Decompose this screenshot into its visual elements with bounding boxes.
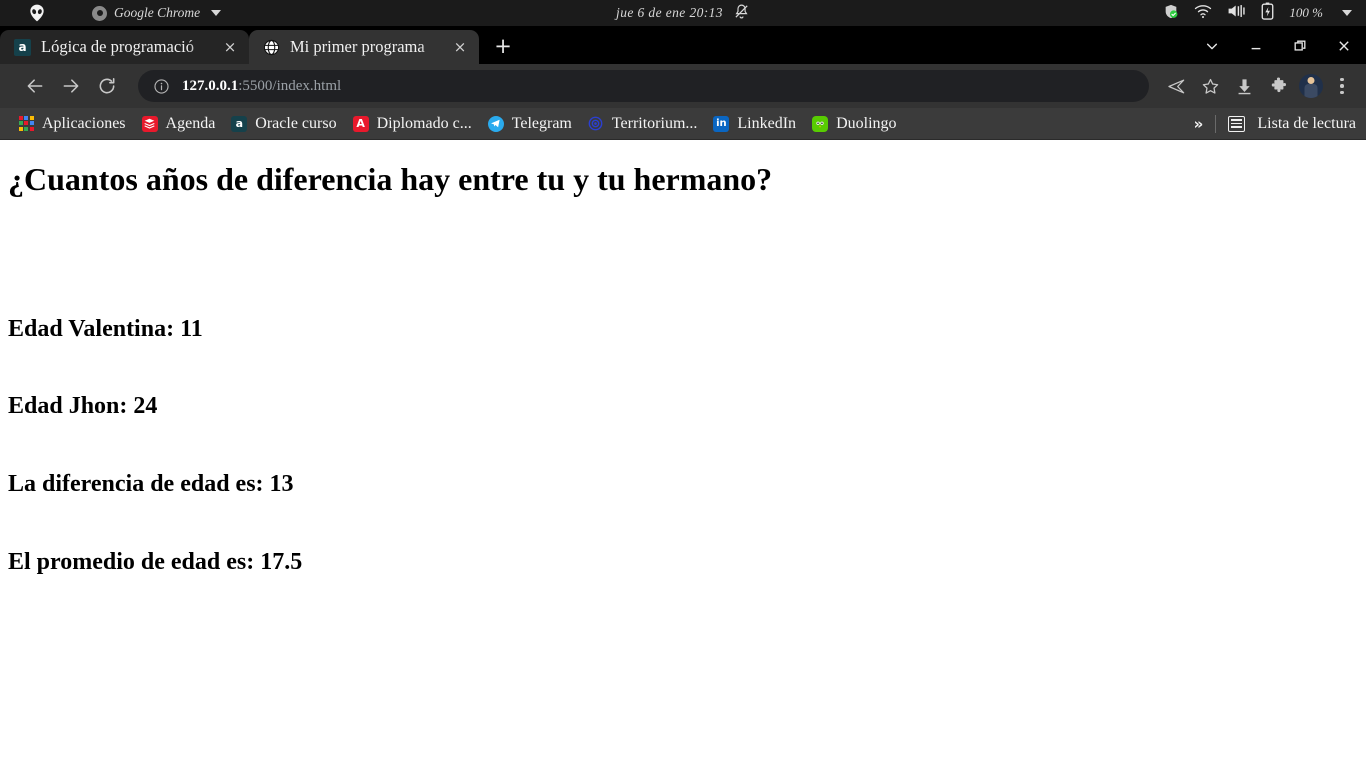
tab-close-icon[interactable]: × — [451, 38, 469, 56]
clock-text: jue 6 de ene 20:13 — [616, 5, 723, 20]
line-diferencia-edad: La diferencia de edad es: 13 — [8, 470, 294, 497]
share-send-icon[interactable] — [1160, 70, 1192, 102]
line-edad-jhon: Edad Jhon: 24 — [8, 393, 158, 420]
alura-a-icon: a — [14, 38, 31, 56]
battery-percent: 100 % — [1289, 5, 1323, 20]
bookmark-linkedin[interactable]: in LinkedIn — [705, 112, 804, 136]
browser-toolbar: 127.0.0.1:5500/index.html — [0, 64, 1366, 108]
three-dots-icon[interactable] — [1328, 70, 1356, 102]
download-icon[interactable] — [1228, 70, 1260, 102]
minimize-icon[interactable] — [1234, 30, 1278, 61]
apps-grid-icon — [18, 115, 34, 132]
url-host: 127.0.0.1 — [182, 77, 239, 94]
browser-tab-logica[interactable]: a Lógica de programació × — [0, 30, 249, 64]
divider — [1215, 114, 1217, 133]
bookmark-diplomado[interactable]: A Diplomado c... — [345, 112, 480, 136]
system-caret-down-icon — [1342, 10, 1352, 16]
wifi-icon — [1194, 4, 1212, 23]
url-path: :5500/index.html — [238, 77, 342, 94]
bookmarks-bar-right: » Lista de lectura — [1194, 114, 1356, 133]
volume-icon — [1227, 3, 1246, 23]
system-app-menu[interactable]: Google Chrome — [92, 5, 222, 21]
system-clock[interactable]: jue 6 de ene 20:13 — [616, 3, 750, 24]
bookmark-label: LinkedIn — [737, 114, 797, 132]
bookmark-agenda[interactable]: Agenda — [134, 112, 224, 136]
arrow-back-icon[interactable] — [18, 69, 52, 103]
address-bar[interactable]: 127.0.0.1:5500/index.html — [138, 70, 1149, 102]
reading-list-button[interactable]: Lista de lectura — [1257, 115, 1356, 133]
bookmark-duolingo[interactable]: Duolingo — [804, 112, 904, 136]
reload-icon[interactable] — [90, 69, 124, 103]
caret-down-icon — [211, 10, 222, 16]
arrow-forward-icon[interactable] — [54, 69, 88, 103]
linkedin-icon: in — [713, 115, 730, 132]
bookmark-label: Oracle curso — [255, 114, 337, 132]
window-controls — [1190, 30, 1366, 61]
system-app-name: Google Chrome — [114, 5, 201, 20]
agenda-icon — [141, 115, 158, 132]
duolingo-owl-icon — [812, 115, 829, 132]
chrome-icon — [92, 5, 107, 21]
system-top-bar: Google Chrome jue 6 de ene 20:13 100 % — [0, 0, 1366, 26]
avatar[interactable] — [1299, 74, 1323, 98]
bookmark-label: Agenda — [165, 114, 216, 132]
star-icon[interactable] — [1194, 70, 1226, 102]
bookmark-label: Aplicaciones — [42, 114, 126, 132]
bookmark-oracle-curso[interactable]: a Oracle curso — [223, 112, 344, 136]
bookmark-territorium[interactable]: Territorium... — [580, 112, 706, 136]
close-icon[interactable] — [1322, 30, 1366, 61]
page-content: ¿Cuantos años de diferencia hay entre tu… — [0, 140, 1366, 767]
puzzle-icon[interactable] — [1262, 70, 1294, 102]
telegram-icon — [487, 115, 504, 132]
page-heading: ¿Cuantos años de diferencia hay entre tu… — [8, 161, 773, 197]
system-status-area[interactable]: 100 % — [1163, 2, 1352, 24]
reading-list-icon — [1228, 115, 1246, 132]
bookmark-telegram[interactable]: Telegram — [480, 112, 580, 136]
tab-search-chevron-down-icon[interactable] — [1190, 30, 1234, 61]
maximize-icon[interactable] — [1278, 30, 1322, 61]
alien-head-icon[interactable] — [24, 2, 50, 24]
bookmarks-bar: Aplicaciones Agenda a Oracle curso A Dip… — [0, 108, 1366, 140]
browser-tab-mi-primer-programa[interactable]: Mi primer programa × — [249, 30, 479, 64]
battery-charging-icon — [1261, 2, 1274, 24]
bookmark-label: Duolingo — [836, 114, 897, 132]
bookmark-label: Telegram — [511, 114, 572, 132]
bell-muted-icon — [733, 3, 750, 24]
bookmark-aplicaciones[interactable]: Aplicaciones — [10, 112, 134, 136]
bookmark-label: Territorium... — [611, 114, 698, 132]
tab-title: Mi primer programa — [290, 37, 425, 56]
url-text: 127.0.0.1:5500/index.html — [182, 78, 341, 95]
new-tab-button[interactable]: + — [488, 31, 518, 61]
bookmark-label: Diplomado c... — [376, 114, 472, 132]
shield-check-icon — [1163, 3, 1179, 24]
tab-strip: a Lógica de programació × Mi primer prog… — [0, 26, 1366, 64]
info-circle-icon[interactable] — [153, 78, 170, 95]
alura-a-icon: a — [231, 115, 248, 132]
bookmarks-overflow-button[interactable]: » — [1194, 115, 1204, 133]
globe-icon — [263, 39, 280, 56]
line-promedio-edad: El promedio de edad es: 17.5 — [8, 548, 303, 575]
line-edad-valentina: Edad Valentina: 11 — [8, 315, 203, 342]
territorium-icon — [588, 116, 604, 132]
tab-close-icon[interactable]: × — [221, 38, 239, 56]
alura-icon: A — [352, 115, 369, 132]
tab-title: Lógica de programació — [41, 37, 195, 56]
